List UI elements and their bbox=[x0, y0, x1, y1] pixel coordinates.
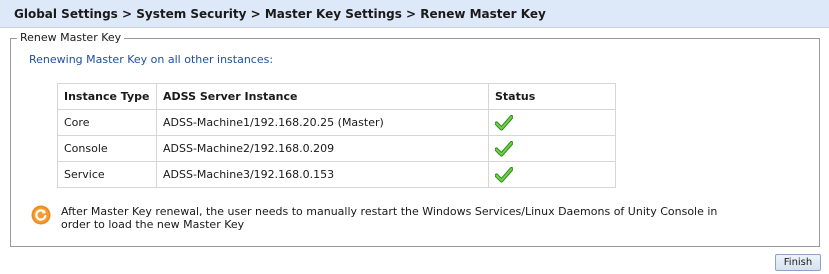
table-row: Service ADSS-Machine3/192.168.0.153 bbox=[57, 161, 616, 188]
column-header-server-instance: ADSS Server Instance bbox=[156, 83, 489, 110]
server-instance-cell: ADSS-Machine2/192.168.0.209 bbox=[156, 135, 489, 162]
instances-table: Instance Type ADSS Server Instance Statu… bbox=[57, 83, 616, 188]
finish-button[interactable]: Finish bbox=[775, 254, 821, 271]
breadcrumb: Global Settings > System Security > Mast… bbox=[14, 7, 546, 21]
page-header: Global Settings > System Security > Mast… bbox=[0, 0, 829, 28]
column-header-status: Status bbox=[488, 83, 616, 110]
instance-type-cell: Core bbox=[57, 109, 157, 136]
status-cell bbox=[488, 109, 616, 136]
status-cell bbox=[488, 135, 616, 162]
check-icon bbox=[495, 166, 513, 182]
instance-type-cell: Console bbox=[57, 135, 157, 162]
server-instance-cell: ADSS-Machine1/192.168.20.25 (Master) bbox=[156, 109, 489, 136]
restart-note: After Master Key renewal, the user needs… bbox=[61, 205, 718, 231]
check-icon bbox=[495, 140, 513, 156]
renew-master-key-panel: Renew Master Key Renewing Master Key on … bbox=[10, 31, 820, 247]
table-header-row: Instance Type ADSS Server Instance Statu… bbox=[57, 83, 616, 110]
check-icon bbox=[495, 114, 513, 130]
server-instance-cell: ADSS-Machine3/192.168.0.153 bbox=[156, 161, 489, 188]
column-header-instance-type: Instance Type bbox=[57, 83, 157, 110]
restart-icon bbox=[31, 205, 51, 225]
intro-text: Renewing Master Key on all other instanc… bbox=[29, 53, 274, 66]
table-row: Console ADSS-Machine2/192.168.0.209 bbox=[57, 135, 616, 162]
status-cell bbox=[488, 161, 616, 188]
table-row: Core ADSS-Machine1/192.168.20.25 (Master… bbox=[57, 109, 616, 136]
instance-type-cell: Service bbox=[57, 161, 157, 188]
panel-legend: Renew Master Key bbox=[17, 31, 125, 44]
